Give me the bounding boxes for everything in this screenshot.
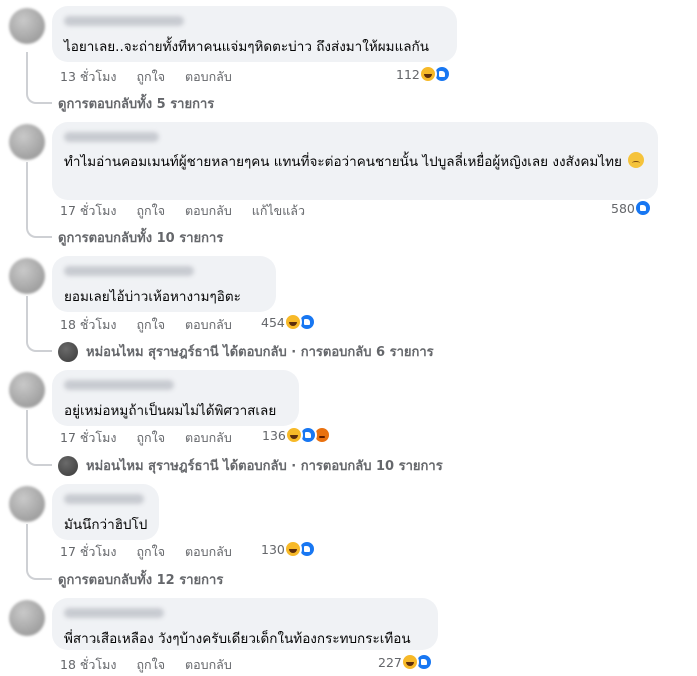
thread-connector [26, 162, 52, 238]
reaction-summary[interactable]: 136 [262, 426, 331, 444]
comment-bubble: อยู่เหม่อหมูถ้าเป็นผมไม่ได้พิศวาสเลย [52, 370, 299, 426]
comment-bubble: ทำไมอ่านคอมเมนท์ผู้ชายหลายๆคน แทนที่จะต่… [52, 122, 658, 200]
thread-connector [26, 410, 52, 466]
comment-actions: 17 ชั่วโมง ถูกใจ ตอบกลับ แก้ไขแล้ว [60, 201, 305, 221]
avatar[interactable] [9, 258, 45, 294]
avatar[interactable] [9, 372, 45, 408]
comment-text: ทำไมอ่านคอมเมนท์ผู้ชายหลายๆคน แทนที่จะต่… [64, 151, 649, 173]
haha-icon [283, 540, 302, 558]
reaction-count: 227 [378, 654, 402, 670]
comment-text: มันนึกว่าฮิปโป [64, 517, 148, 533]
reply-button[interactable]: ตอบกลับ [185, 655, 232, 675]
thread-connector [26, 524, 52, 580]
reply-avatar [58, 341, 78, 362]
comment-bubble: มันนึกว่าฮิปโป [52, 484, 159, 540]
like-button[interactable]: ถูกใจ [136, 201, 165, 221]
timestamp[interactable]: 17 ชั่วโมง [60, 428, 116, 448]
like-button[interactable]: ถูกใจ [136, 655, 165, 675]
reaction-count: 130 [261, 541, 285, 557]
view-replies-label: ดูการตอบกลับทั้ง 5 รายการ [58, 97, 215, 112]
view-replies-label: หม่อนไหม สุราษฎร์ธานี ได้ตอบกลับ · การตอ… [86, 345, 434, 360]
reply-button[interactable]: ตอบกลับ [185, 542, 232, 562]
reply-button[interactable]: ตอบกลับ [185, 201, 232, 221]
like-button[interactable]: ถูกใจ [136, 428, 165, 448]
reaction-summary[interactable]: 580 [611, 199, 652, 217]
timestamp[interactable]: 13 ชั่วโมง [60, 67, 116, 87]
avatar[interactable] [9, 8, 45, 44]
thread-connector [26, 296, 52, 352]
like-button[interactable]: ถูกใจ [136, 315, 165, 335]
reaction-summary[interactable]: 227 [378, 653, 433, 671]
reaction-count: 136 [262, 427, 286, 443]
timestamp[interactable]: 17 ชั่วโมง [60, 201, 116, 221]
author-name-blurred[interactable] [64, 608, 164, 618]
comment-bubble: พี่สาวเสือเหลือง วังๆบ้างครับเดียวเด็กใน… [52, 598, 438, 650]
timestamp[interactable]: 18 ชั่วโมง [60, 655, 116, 675]
author-name-blurred[interactable] [64, 16, 184, 26]
reaction-count: 112 [396, 66, 420, 82]
haha-icon [284, 426, 303, 444]
edited-label[interactable]: แก้ไขแล้ว [252, 201, 305, 221]
view-replies-label: ดูการตอบกลับทั้ง 12 รายการ [58, 573, 224, 588]
comment-actions: 13 ชั่วโมง ถูกใจ ตอบกลับ [60, 67, 232, 87]
comment-bubble: ยอมเลยไอ้บ่าวเห้อหางามๆอิตะ [52, 256, 276, 312]
comment-actions: 17 ชั่วโมง ถูกใจ ตอบกลับ [60, 428, 232, 448]
view-replies-link[interactable]: หม่อนไหม สุราษฎร์ธานี ได้ตอบกลับ · การตอ… [58, 341, 434, 362]
author-name-blurred[interactable] [64, 380, 174, 390]
avatar[interactable] [9, 600, 45, 636]
comment-text: อยู่เหม่อหมูถ้าเป็นผมไม่ได้พิศวาสเลย [64, 403, 277, 419]
view-replies-link[interactable]: หม่อนไหม สุราษฎร์ธานี ได้ตอบกลับ · การตอ… [58, 455, 443, 476]
thread-connector [26, 52, 52, 104]
comment-text-content: ทำไมอ่านคอมเมนท์ผู้ชายหลายๆคน แทนที่จะต่… [64, 154, 622, 170]
haha-icon [283, 313, 302, 331]
timestamp[interactable]: 18 ชั่วโมง [60, 315, 116, 335]
reply-button[interactable]: ตอบกลับ [185, 67, 232, 87]
view-replies-link[interactable]: ดูการตอบกลับทั้ง 12 รายการ [58, 569, 223, 590]
avatar[interactable] [9, 486, 45, 522]
author-name-blurred[interactable] [64, 494, 144, 504]
comment-text: ไอยาเลย..จะถ่ายทั้งทีหาคนแจ่มๆหิดตะบ่าว … [64, 39, 429, 55]
comment-actions: 18 ชั่วโมง ถูกใจ ตอบกลับ [60, 315, 232, 335]
comment-bubble: ไอยาเลย..จะถ่ายทั้งทีหาคนแจ่มๆหิดตะบ่าว … [52, 6, 457, 62]
like-button[interactable]: ถูกใจ [136, 67, 165, 87]
comment-actions: 18 ชั่วโมง ถูกใจ ตอบกลับ [60, 655, 232, 675]
haha-icon [400, 653, 419, 671]
comment-actions: 17 ชั่วโมง ถูกใจ ตอบกลับ [60, 542, 232, 562]
like-icon [633, 199, 652, 217]
author-name-blurred[interactable] [64, 266, 194, 276]
reaction-count: 580 [611, 200, 635, 216]
reaction-summary[interactable]: 130 [261, 540, 316, 558]
reply-button[interactable]: ตอบกลับ [185, 428, 232, 448]
avatar[interactable] [9, 124, 45, 160]
reply-avatar [58, 455, 78, 476]
view-replies-link[interactable]: ดูการตอบกลับทั้ง 5 รายการ [58, 93, 214, 114]
view-replies-link[interactable]: ดูการตอบกลับทั้ง 10 รายการ [58, 227, 223, 248]
view-replies-label: หม่อนไหม สุราษฎร์ธานี ได้ตอบกลับ · การตอ… [86, 459, 443, 474]
like-button[interactable]: ถูกใจ [136, 542, 165, 562]
reaction-summary[interactable]: 454 [261, 313, 316, 331]
sad-face-emoji-icon [628, 152, 645, 168]
haha-icon [418, 65, 437, 83]
view-replies-label: ดูการตอบกลับทั้ง 10 รายการ [58, 231, 224, 246]
author-name-blurred[interactable] [64, 132, 159, 142]
reply-button[interactable]: ตอบกลับ [185, 315, 232, 335]
comment-text: ยอมเลยไอ้บ่าวเห้อหางามๆอิตะ [64, 289, 241, 305]
reaction-summary[interactable]: 112 [396, 65, 451, 83]
reaction-count: 454 [261, 314, 285, 330]
timestamp[interactable]: 17 ชั่วโมง [60, 542, 116, 562]
comment-text: พี่สาวเสือเหลือง วังๆบ้างครับเดียวเด็กใน… [64, 631, 411, 647]
